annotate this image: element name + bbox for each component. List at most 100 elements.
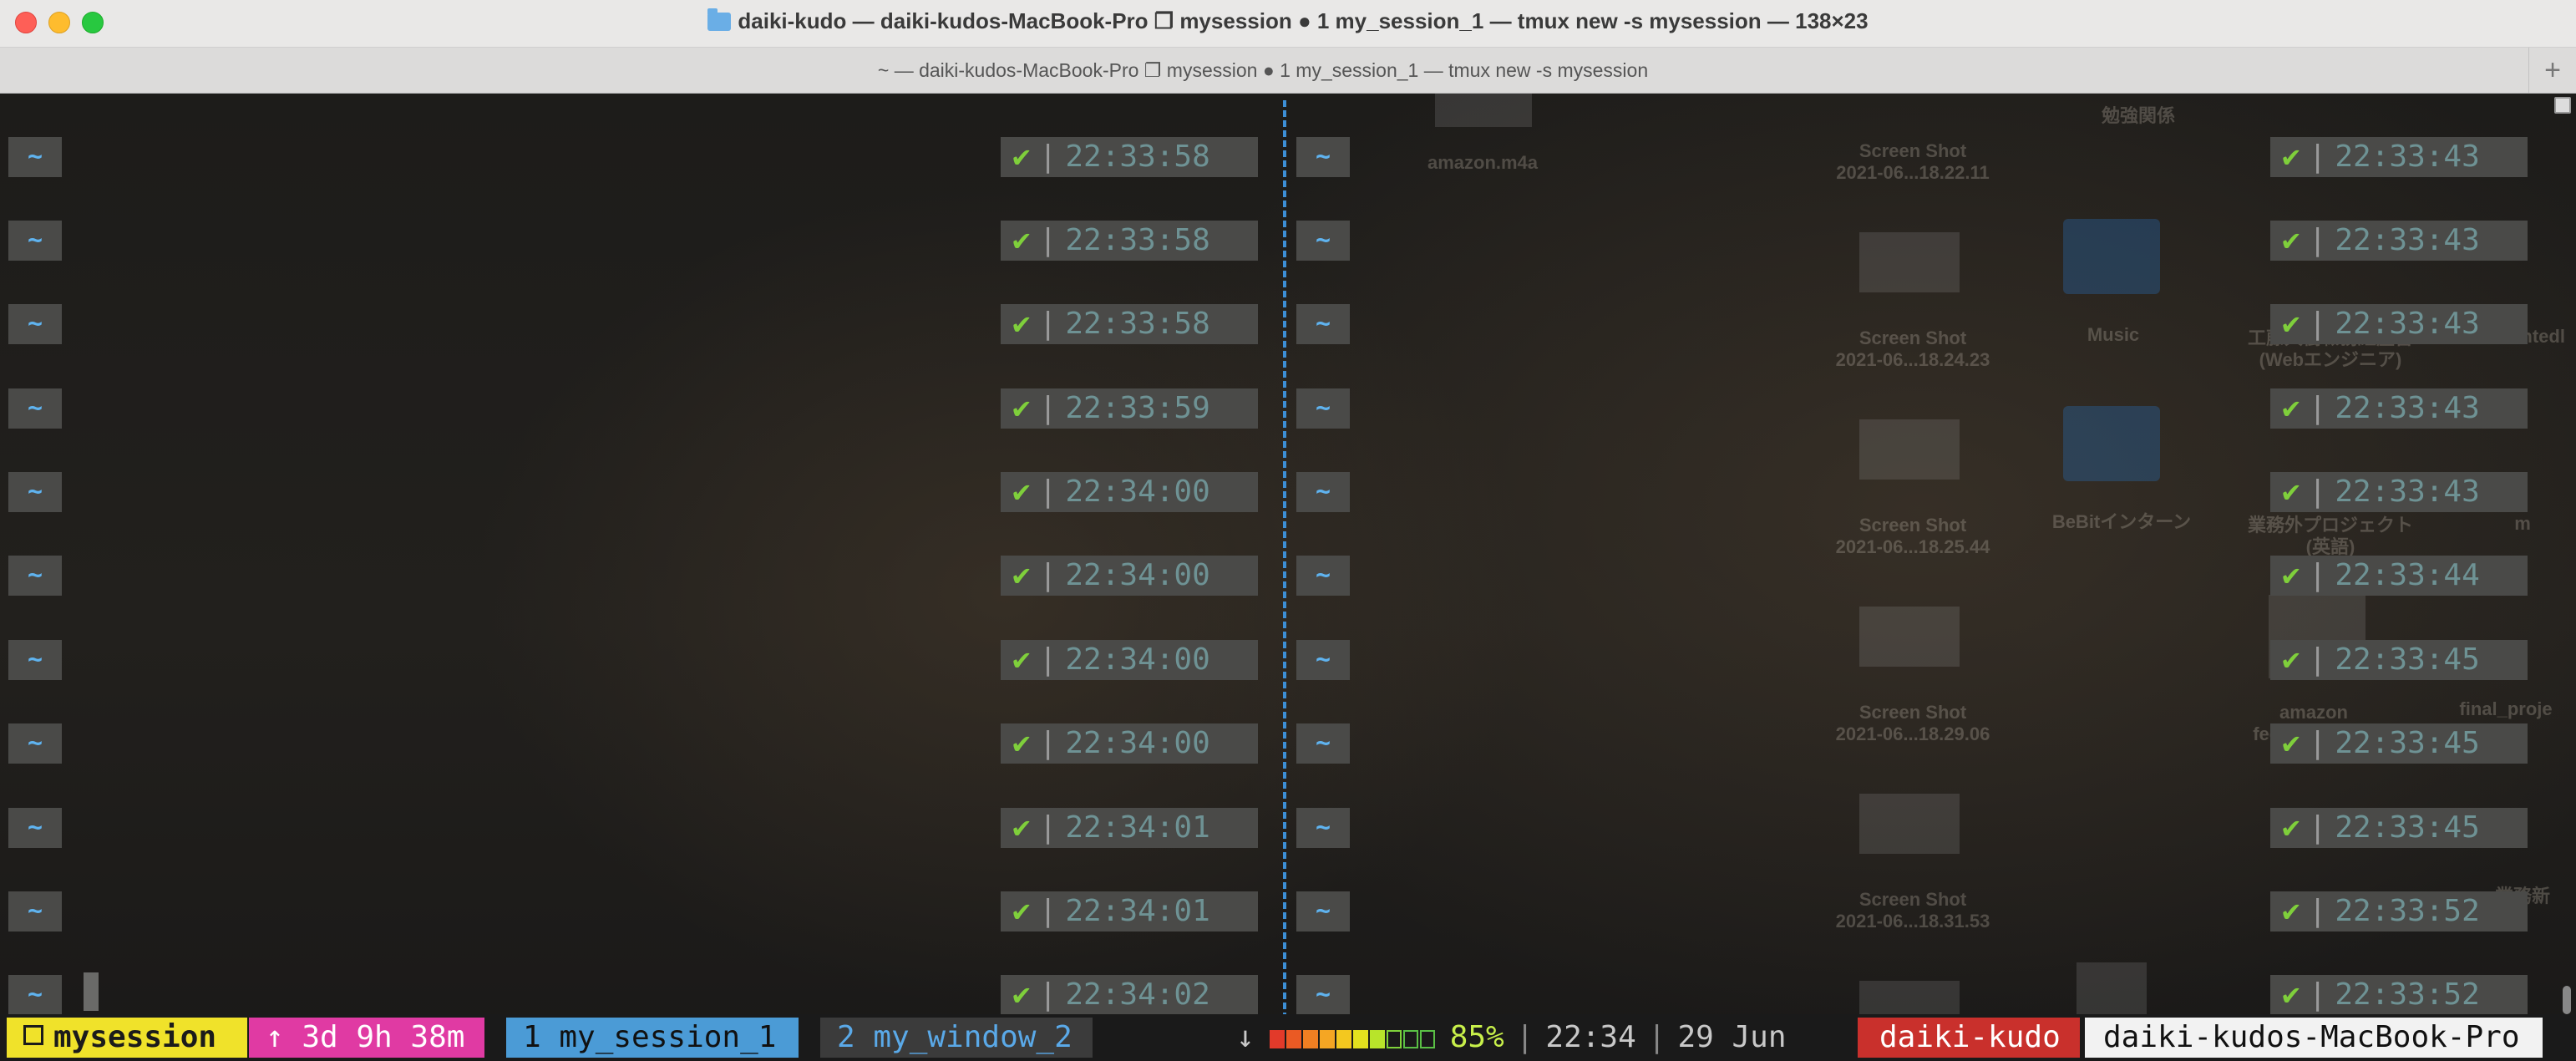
prompt-time: 22:34:01 <box>1065 810 1210 845</box>
prompt-time: 22:33:44 <box>2335 558 2480 592</box>
prompt-dir: ~ <box>8 556 62 596</box>
window-titlebar[interactable]: daiki-kudo — daiki-kudos-MacBook-Pro ❐ m… <box>0 0 2576 48</box>
prompt-time: 22:33:43 <box>2335 391 2480 425</box>
prompt-time: 22:33:45 <box>2335 642 2480 677</box>
pane-divider[interactable] <box>1283 100 1286 1019</box>
check-icon: ✔ <box>1012 977 1031 1012</box>
desktop-item-label: BeBitインターン <box>2051 511 2192 532</box>
status-time: 22:34 <box>1545 1020 1636 1054</box>
terminal-area[interactable]: amazon.m4a 勉強関係 Screen Shot 2021-06...18… <box>0 94 2576 1061</box>
prompt-status: ✔ | 22:33:45 <box>2270 808 2528 848</box>
prompt-time: 22:33:52 <box>2335 894 2480 928</box>
status-separator: | <box>1515 1020 1534 1054</box>
prompt-status: ✔ | 22:34:00 <box>1001 723 1258 764</box>
prompt-status: ✔ | 22:34:00 <box>1001 556 1258 596</box>
prompt-time: 22:33:58 <box>1065 223 1210 257</box>
status-user: daiki-kudo <box>1858 1018 2080 1058</box>
new-tab-button[interactable]: + <box>2528 48 2576 93</box>
prompt-status: ✔ | 22:34:02 <box>1001 975 1258 1015</box>
prompt-dir: ~ <box>8 304 62 344</box>
scrollbar-thumb[interactable] <box>2563 986 2571 1014</box>
battery-cell <box>1319 1030 1335 1048</box>
prompt-status: ✔ | 22:33:43 <box>2270 304 2528 344</box>
check-icon: ✔ <box>2282 726 2300 760</box>
prompt-dir: ~ <box>1296 723 1350 764</box>
prompt-dir: ~ <box>1296 640 1350 680</box>
prompt-time: 22:33:58 <box>1065 140 1210 174</box>
prompt-time: 22:33:43 <box>2335 140 2480 174</box>
battery-cell <box>1402 1030 1418 1048</box>
prompt-dir: ~ <box>1296 137 1350 177</box>
prompt-time: 22:33:43 <box>2335 475 2480 509</box>
prompt-dir: ~ <box>1296 388 1350 429</box>
check-icon: ✔ <box>1012 726 1031 760</box>
tmux-window-2[interactable]: 2 my_window_2 <box>820 1018 1093 1058</box>
status-right: ↓ 85% | 22:34 | 29 Jun <box>1236 1018 1787 1058</box>
window-title: daiki-kudo — daiki-kudos-MacBook-Pro ❐ m… <box>0 8 2576 34</box>
desktop-item-label: Screen Shot 2021-06...18.22.11 <box>1836 140 1990 183</box>
session-name[interactable]: mysession <box>7 1018 247 1058</box>
prompt-time: 22:34:00 <box>1065 726 1210 760</box>
battery-cell <box>1386 1030 1402 1048</box>
check-icon: ✔ <box>2282 475 2300 509</box>
prompt-status: ✔ | 22:33:58 <box>1001 221 1258 261</box>
prompt-dir: ~ <box>1296 975 1350 1015</box>
prompt-time: 22:34:02 <box>1065 977 1210 1012</box>
prompt-dir: ~ <box>1296 808 1350 848</box>
prompt-status: ✔ | 22:33:58 <box>1001 137 1258 177</box>
prompt-time: 22:34:00 <box>1065 642 1210 677</box>
battery-cell <box>1336 1030 1351 1048</box>
desktop-item-label: Screen Shot 2021-06...18.29.06 <box>1835 702 1990 744</box>
check-icon: ✔ <box>1012 475 1031 509</box>
session-icon <box>23 1025 43 1045</box>
check-icon: ✔ <box>2282 642 2300 677</box>
desktop-item-label: amazon.m4a <box>1427 152 1539 173</box>
scrollbar-menu-icon[interactable] <box>2554 97 2571 114</box>
check-icon: ✔ <box>2282 977 2300 1012</box>
prompt-status: ✔ | 22:34:01 <box>1001 891 1258 932</box>
prompt-time: 22:34:01 <box>1065 894 1210 928</box>
check-icon: ✔ <box>1012 558 1031 592</box>
prompt-time: 22:33:43 <box>2335 307 2480 341</box>
battery-cell <box>1285 1030 1301 1048</box>
check-icon: ✔ <box>2282 558 2300 592</box>
battery-cell <box>1352 1030 1368 1048</box>
desktop-item-label: Screen Shot 2021-06...18.24.23 <box>1835 327 1990 370</box>
prompt-time: 22:34:00 <box>1065 475 1210 509</box>
prompt-time: 22:33:52 <box>2335 977 2480 1012</box>
check-icon: ✔ <box>1012 894 1031 928</box>
text-cursor <box>84 972 99 1011</box>
check-icon: ✔ <box>2282 391 2300 425</box>
desktop-file-thumbnail <box>1859 794 1960 854</box>
prompt-dir: ~ <box>1296 891 1350 932</box>
prompt-status: ✔ | 22:34:01 <box>1001 808 1258 848</box>
prompt-dir: ~ <box>8 975 62 1015</box>
scrollbar[interactable] <box>2554 94 2576 1014</box>
desktop-file-thumbnail <box>1859 419 1960 480</box>
session-label: mysession <box>53 1020 217 1054</box>
desktop-item-label: 業務外プロジェクト (英語) <box>2247 515 2413 557</box>
prompt-time: 22:33:43 <box>2335 223 2480 257</box>
prompt-dir: ~ <box>8 221 62 261</box>
prompt-status: ✔ | 22:33:43 <box>2270 221 2528 261</box>
desktop-folder-icon <box>2063 406 2160 481</box>
prompt-status: ✔ | 22:34:00 <box>1001 472 1258 512</box>
prompt-status: ✔ | 22:33:45 <box>2270 723 2528 764</box>
prompt-dir: ~ <box>8 891 62 932</box>
prompt-time: 22:34:00 <box>1065 558 1210 592</box>
prompt-dir: ~ <box>8 472 62 512</box>
check-icon: ✔ <box>1012 223 1031 257</box>
desktop-item-label: 勉強関係 <box>2101 105 2175 126</box>
tab-active[interactable]: ~ — daiki-kudos-MacBook-Pro ❐ mysession … <box>0 59 2526 82</box>
prompt-status: ✔ | 22:33:43 <box>2270 472 2528 512</box>
check-icon: ✔ <box>2282 894 2300 928</box>
prompt-time: 22:33:59 <box>1065 391 1210 425</box>
prompt-time: 22:33:58 <box>1065 307 1210 341</box>
status-host: daiki-kudos-MacBook-Pro <box>2085 1018 2543 1058</box>
prompt-status: ✔ | 22:33:58 <box>1001 304 1258 344</box>
prompt-status: ✔ | 22:33:43 <box>2270 137 2528 177</box>
battery-cell <box>1302 1030 1318 1048</box>
desktop-item-label: final_proje <box>2459 698 2553 719</box>
prompt-dir: ~ <box>8 640 62 680</box>
tmux-window-1[interactable]: 1 my_session_1 <box>506 1018 799 1058</box>
